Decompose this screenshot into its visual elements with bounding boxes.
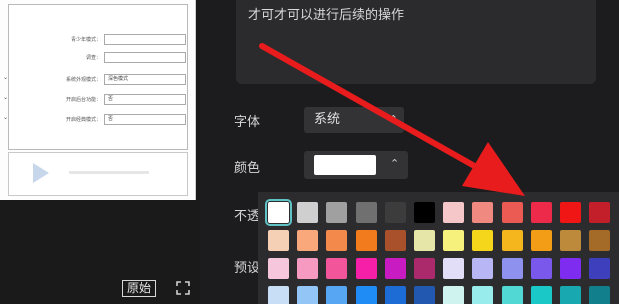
form-row: 调查： [9, 49, 189, 67]
preset-label: 预设 [234, 261, 261, 276]
color-swatch[interactable] [530, 286, 552, 304]
color-swatch[interactable] [384, 286, 406, 304]
font-select-value: 系统 [314, 112, 341, 127]
chevron-down-icon: ⌄ [3, 74, 9, 81]
color-swatch[interactable] [443, 258, 465, 279]
color-swatch[interactable] [384, 202, 406, 223]
color-swatch[interactable] [297, 286, 319, 304]
color-swatch[interactable] [443, 286, 465, 304]
color-swatch[interactable] [589, 258, 611, 279]
color-swatch[interactable] [472, 286, 494, 304]
color-swatch[interactable] [589, 230, 611, 251]
color-swatch[interactable] [326, 230, 348, 251]
color-swatch[interactable] [472, 258, 494, 279]
color-swatch[interactable] [443, 230, 465, 251]
form-row-input [104, 34, 186, 45]
color-swatch[interactable] [589, 202, 611, 223]
color-swatch[interactable] [414, 230, 435, 251]
form-row: ⌄ 开启经典模式： 否 [3, 111, 189, 129]
color-swatch[interactable] [530, 230, 552, 251]
form-row-select: 否 [104, 114, 186, 125]
color-swatch[interactable] [326, 202, 348, 223]
text-content: 才可才可以进行后续的操作 [248, 8, 405, 23]
form-row: ⌄ 开启后台功能： 否 [3, 91, 189, 109]
form-row-select: 深色模式 [104, 74, 186, 85]
font-label: 字体 [234, 115, 261, 130]
color-swatch[interactable] [355, 258, 377, 279]
opacity-label: 不透 [234, 209, 261, 224]
chevron-down-icon: ⌄ [3, 94, 9, 101]
font-select[interactable]: 系统 ⌃ [304, 107, 404, 133]
chevron-up-icon: ⌃ [390, 157, 400, 170]
color-swatch[interactable] [589, 286, 611, 304]
color-swatch[interactable] [355, 202, 377, 223]
color-swatch[interactable] [268, 230, 289, 251]
color-swatch[interactable] [560, 258, 581, 279]
color-swatch[interactable] [501, 258, 523, 279]
color-swatch[interactable] [443, 202, 465, 223]
form-row: ⌄ 系统外观模式： 深色模式 [3, 71, 189, 89]
color-swatch[interactable] [265, 199, 292, 226]
form-row: 青少年模式： [9, 31, 189, 49]
color-select[interactable]: ⌃ [304, 151, 408, 179]
preview-pane: 青少年模式： 调查： ⌄ 系统外观模式： 深色模式 ⌄ 开启后台功能： 否 ⌄ … [0, 0, 200, 304]
color-swatch[interactable] [501, 202, 523, 223]
color-swatch[interactable] [560, 230, 581, 251]
video-area-preview [8, 152, 188, 196]
color-swatch[interactable] [560, 286, 581, 304]
color-swatch[interactable] [268, 258, 289, 279]
color-swatch[interactable] [501, 286, 523, 304]
color-palette [258, 192, 619, 304]
current-color-swatch [314, 155, 376, 175]
chevron-down-icon: ⌄ [3, 114, 9, 121]
document-preview: 青少年模式： 调查： ⌄ 系统外观模式： 深色模式 ⌄ 开启后台功能： 否 ⌄ … [0, 0, 196, 200]
color-swatch[interactable] [560, 202, 581, 223]
color-swatch[interactable] [355, 230, 377, 251]
color-swatch[interactable] [326, 286, 348, 304]
color-swatch[interactable] [530, 258, 552, 279]
form-row-label: 系统外观模式： [65, 77, 101, 83]
color-swatch[interactable] [501, 230, 523, 251]
color-swatch[interactable] [268, 286, 289, 304]
screen: 青少年模式： 调查： ⌄ 系统外观模式： 深色模式 ⌄ 开启后台功能： 否 ⌄ … [0, 0, 619, 304]
divider [69, 171, 149, 174]
form-row-label: 开启经典模式： [65, 117, 101, 123]
form-row-label: 开启后台功能： [65, 97, 101, 103]
color-swatch[interactable] [326, 258, 348, 279]
form-row-select: 否 [104, 94, 186, 105]
original-size-button[interactable]: 原始 [122, 280, 156, 297]
color-swatch[interactable] [297, 258, 319, 279]
form-row-label: 调查： [85, 55, 101, 61]
expand-icon[interactable] [176, 281, 190, 295]
color-swatch[interactable] [414, 202, 435, 223]
color-label: 颜色 [234, 161, 261, 176]
color-swatch[interactable] [384, 258, 406, 279]
color-swatch[interactable] [355, 286, 377, 304]
color-swatch[interactable] [414, 286, 435, 304]
chevron-up-icon: ⌃ [388, 113, 398, 126]
settings-form-preview: 青少年模式： 调查： ⌄ 系统外观模式： 深色模式 ⌄ 开启后台功能： 否 ⌄ … [3, 4, 189, 150]
color-swatch[interactable] [297, 202, 319, 223]
color-swatch[interactable] [384, 230, 406, 251]
play-icon [33, 163, 49, 183]
color-swatch[interactable] [530, 202, 552, 223]
text-input-area[interactable]: 才可才可以进行后续的操作 [236, 0, 596, 84]
color-swatch[interactable] [472, 202, 494, 223]
form-row-input [104, 52, 186, 63]
form-row-label: 青少年模式： [70, 37, 101, 43]
color-swatch[interactable] [297, 230, 319, 251]
color-swatch[interactable] [414, 258, 435, 279]
color-swatch[interactable] [472, 230, 494, 251]
